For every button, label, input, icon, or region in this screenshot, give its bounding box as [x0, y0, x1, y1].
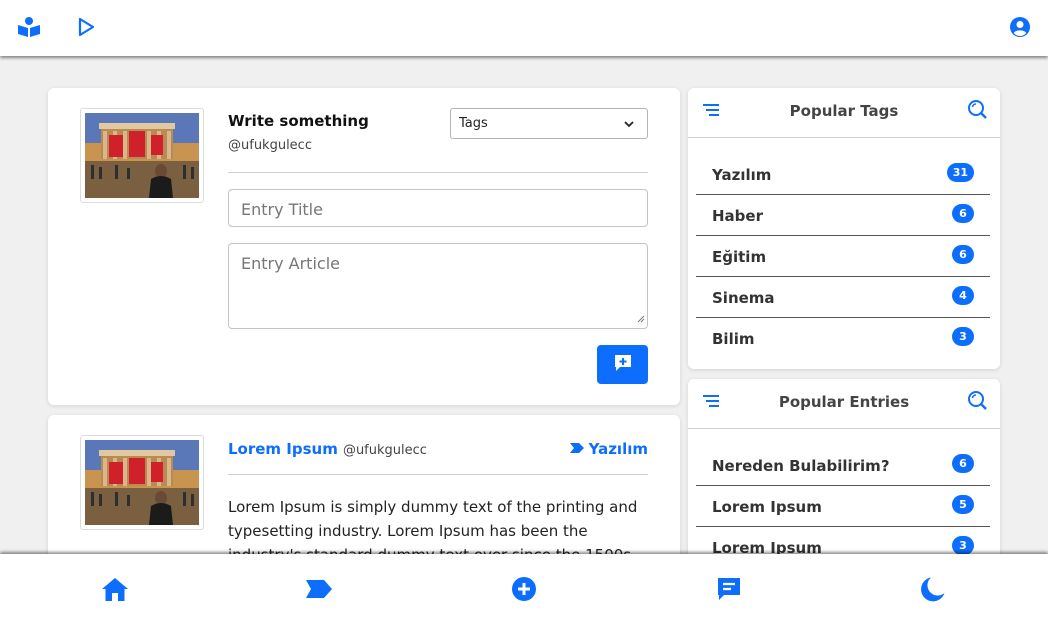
compose-divider: [228, 172, 648, 173]
compose-handle: @ufukgulecc: [228, 138, 312, 153]
search-icon[interactable]: [967, 390, 988, 415]
book-reader-icon[interactable]: [16, 14, 42, 40]
popular-entries-header: Popular Entries: [688, 379, 1000, 429]
tag-label: Yazılım: [712, 166, 772, 184]
compose-card: Write something @ufukgulecc Tags Entry T…: [48, 88, 680, 405]
entry-title-placeholder: Entry Title: [241, 200, 323, 219]
post-card: Lorem Ipsum @ufukgulecc Yazılım Lorem Ip…: [48, 415, 680, 575]
count-badge: 3: [952, 536, 974, 555]
count-badge: 31: [946, 163, 974, 182]
count-badge: 6: [952, 204, 974, 223]
avatar: [80, 435, 204, 530]
entry-label: Nereden Bulabilirim?: [712, 457, 890, 475]
list-item[interactable]: Sinema 4: [696, 277, 990, 318]
entry-article-textarea[interactable]: Entry Article: [228, 243, 648, 329]
bottom-navbar: [0, 554, 1048, 625]
tags-select-label: Tags: [459, 116, 488, 131]
chevron-down-icon: [623, 118, 635, 133]
tag-label: Eğitim: [712, 248, 767, 266]
list-item[interactable]: Lorem Ipsum 5: [696, 486, 990, 527]
post-handle: @ufukgulecc: [342, 443, 427, 458]
popular-entries-title: Popular Entries: [778, 393, 910, 411]
count-badge: 4: [952, 286, 974, 305]
comment-plus-icon: [612, 352, 634, 378]
post-divider: [228, 474, 648, 475]
popular-entries-card: Popular Entries Nereden Bulabilirim? 6 L…: [688, 379, 1000, 579]
popular-tags-header: Popular Tags: [688, 88, 1000, 138]
post-tag-link[interactable]: Yazılım: [569, 439, 648, 458]
tags-select[interactable]: Tags: [450, 108, 648, 139]
home-icon[interactable]: [100, 574, 130, 604]
list-item[interactable]: Bilim 3: [696, 318, 990, 359]
tag-label: Haber: [712, 207, 763, 225]
count-badge: 3: [952, 327, 974, 346]
moon-icon[interactable]: [918, 574, 948, 604]
list-item[interactable]: Eğitim 6: [696, 236, 990, 277]
popular-tags-title: Popular Tags: [789, 102, 899, 120]
entry-label: Lorem Ipsum: [712, 498, 822, 516]
list-item[interactable]: Yazılım 31: [696, 154, 990, 195]
post-header: Lorem Ipsum @ufukgulecc: [228, 439, 427, 458]
entry-article-placeholder: Entry Article: [241, 254, 340, 273]
post-author-link[interactable]: Lorem Ipsum: [228, 440, 338, 458]
count-badge: 6: [952, 245, 974, 264]
count-badge: 6: [952, 454, 974, 473]
avatar: [80, 108, 204, 203]
compose-title: Write something: [228, 112, 369, 130]
tag-label: Sinema: [712, 289, 775, 307]
search-icon[interactable]: [967, 99, 988, 124]
list-item[interactable]: Nereden Bulabilirim? 6: [696, 445, 990, 486]
profile-photo: [85, 440, 199, 525]
user-circle-icon[interactable]: [1007, 14, 1033, 40]
submit-entry-button[interactable]: [597, 345, 648, 384]
entry-title-input[interactable]: Entry Title: [228, 189, 648, 227]
top-navbar: [0, 0, 1048, 56]
count-badge: 5: [952, 495, 974, 514]
play-icon[interactable]: [73, 14, 99, 40]
post-tag-label: Yazılım: [588, 439, 648, 458]
tag-label: Bilim: [712, 330, 755, 348]
message-icon[interactable]: [714, 574, 744, 604]
popular-tags-card: Popular Tags Yazılım 31 Haber 6 Eğitim 6…: [688, 88, 1000, 369]
tag-icon: [569, 439, 584, 458]
plus-circle-icon[interactable]: [509, 574, 539, 604]
list-item[interactable]: Haber 6: [696, 195, 990, 236]
tag-icon[interactable]: [304, 574, 334, 604]
resize-handle-icon[interactable]: [636, 308, 645, 327]
profile-photo: [85, 113, 199, 198]
